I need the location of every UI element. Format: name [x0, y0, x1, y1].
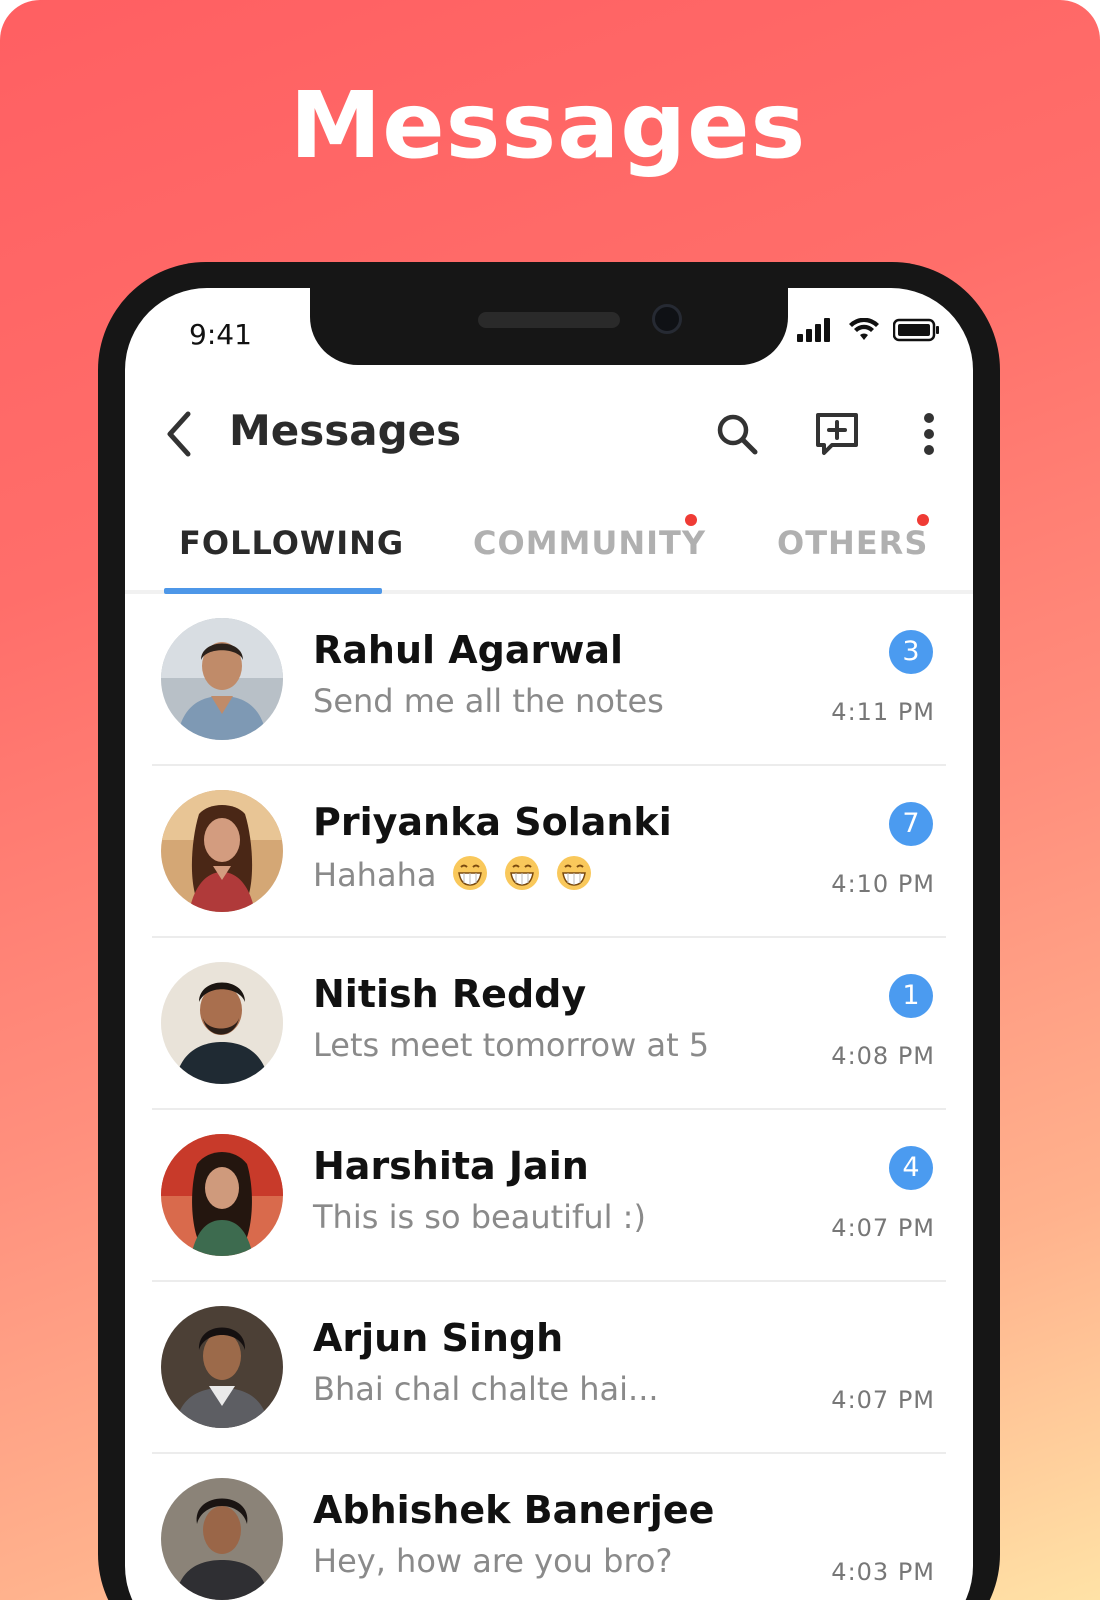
- tab-following[interactable]: FOLLOWING: [179, 524, 404, 562]
- conversation-row[interactable]: Priyanka Solanki Hahaha 7 4:10 PM: [125, 766, 973, 938]
- tab-others[interactable]: OTHERS: [777, 524, 928, 562]
- message-preview: Hey, how are you bro?: [313, 1542, 673, 1580]
- message-time: 4:07 PM: [831, 1386, 935, 1414]
- contact-name: Priyanka Solanki: [313, 800, 672, 844]
- hero-title: Messages: [289, 72, 807, 179]
- message-preview: Lets meet tomorrow at 5: [313, 1026, 710, 1064]
- phone-notch: [310, 288, 788, 365]
- message-time: 4:07 PM: [831, 1214, 935, 1242]
- conversation-list: Rahul Agarwal Send me all the notes 3 4:…: [125, 594, 973, 1600]
- unread-badge: 7: [889, 802, 933, 846]
- avatar: [161, 1478, 283, 1600]
- status-time: 9:41: [189, 318, 252, 351]
- phone-screen: 9:41 Messages FOLLOWING COMMUNITY OTHERS…: [125, 288, 973, 1600]
- promo-canvas: Messages 9:41 Messages FOLLOWING COMMUNI…: [0, 0, 1100, 1600]
- message-preview: This is so beautiful :): [313, 1198, 646, 1236]
- message-time: 4:11 PM: [831, 698, 935, 726]
- grinning-emoji-icon: [556, 856, 591, 890]
- grinning-emoji-icon: [452, 856, 487, 890]
- message-preview: Hahaha: [313, 854, 593, 894]
- contact-name: Arjun Singh: [313, 1316, 564, 1360]
- wifi-icon: [847, 317, 881, 347]
- unread-badge: 4: [889, 1146, 933, 1190]
- new-message-button[interactable]: [811, 408, 863, 460]
- message-time: 4:08 PM: [831, 1042, 935, 1070]
- search-icon: [717, 414, 758, 455]
- speaker-grille: [478, 312, 620, 328]
- contact-name: Nitish Reddy: [313, 972, 587, 1016]
- conversation-row[interactable]: Arjun Singh Bhai chal chalte hai... 4:07…: [125, 1282, 973, 1454]
- battery-icon: [892, 318, 941, 347]
- new-message-icon: [816, 413, 858, 455]
- conversation-row[interactable]: Harshita Jain This is so beautiful :) 4 …: [125, 1110, 973, 1282]
- grinning-emoji-icon: [504, 856, 539, 890]
- front-camera: [652, 304, 682, 334]
- chevron-left-icon: [167, 411, 191, 457]
- cellular-signal-icon: [797, 318, 835, 347]
- search-button[interactable]: [711, 408, 763, 460]
- app-bar: Messages: [125, 388, 973, 480]
- message-preview: Bhai chal chalte hai...: [313, 1370, 659, 1408]
- others-notification-dot: [917, 514, 929, 526]
- tab-community[interactable]: COMMUNITY: [473, 524, 706, 562]
- back-button[interactable]: [157, 408, 201, 460]
- page-title: Messages: [229, 406, 462, 455]
- status-icons: [797, 317, 941, 347]
- contact-name: Abhishek Banerjee: [313, 1488, 715, 1532]
- more-vertical-icon: [924, 413, 934, 455]
- conversation-row[interactable]: Abhishek Banerjee Hey, how are you bro? …: [125, 1454, 973, 1600]
- message-time: 4:10 PM: [831, 870, 935, 898]
- unread-badge: 3: [889, 630, 933, 674]
- more-options-button[interactable]: [903, 408, 955, 460]
- avatar: [161, 1306, 283, 1428]
- tab-bar: FOLLOWING COMMUNITY OTHERS: [125, 502, 973, 594]
- conversation-row[interactable]: Nitish Reddy Lets meet tomorrow at 5 1 4…: [125, 938, 973, 1110]
- message-preview: Send me all the notes: [313, 682, 664, 720]
- community-notification-dot: [685, 514, 697, 526]
- contact-name: Harshita Jain: [313, 1144, 589, 1188]
- avatar: [161, 1134, 283, 1256]
- avatar: [161, 618, 283, 740]
- unread-badge: 1: [889, 974, 933, 1018]
- avatar: [161, 962, 283, 1084]
- message-time: 4:03 PM: [831, 1558, 935, 1586]
- contact-name: Rahul Agarwal: [313, 628, 624, 672]
- conversation-row[interactable]: Rahul Agarwal Send me all the notes 3 4:…: [125, 594, 973, 766]
- avatar: [161, 790, 283, 912]
